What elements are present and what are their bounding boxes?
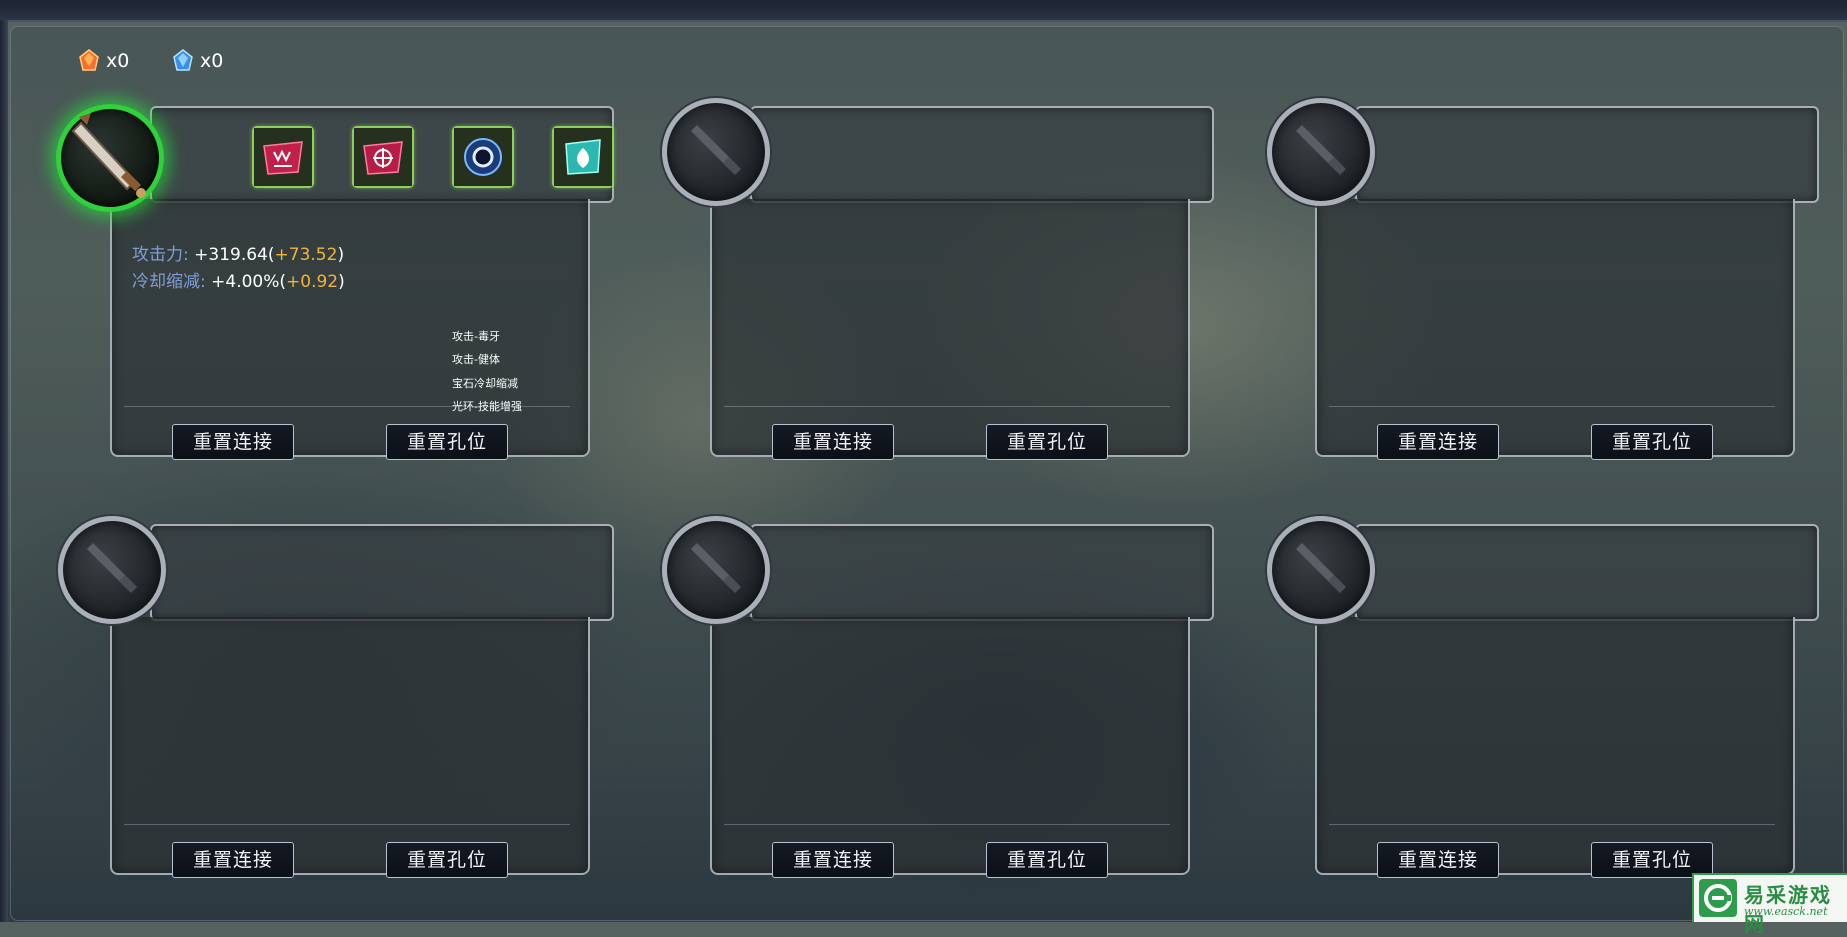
reset-link-button[interactable]: 重置连接 bbox=[1377, 842, 1499, 878]
empty-item-slot[interactable] bbox=[58, 516, 166, 624]
empty-item-slot[interactable] bbox=[662, 98, 770, 206]
reset-hole-button[interactable]: 重置孔位 bbox=[986, 842, 1108, 878]
vigor-skill-icon[interactable] bbox=[352, 126, 414, 188]
stat-value: +319.64( bbox=[194, 245, 275, 265]
skill-list: 攻击-毒牙 攻击-健体 宝石冷却缩减 光环-技能增强 bbox=[452, 325, 522, 418]
attack-stat: 攻击力: +319.64(+73.52) bbox=[132, 245, 345, 265]
skill-list-item: 宝石冷却缩减 bbox=[452, 376, 518, 390]
reset-hole-button[interactable]: 重置孔位 bbox=[986, 424, 1108, 460]
panel-header bbox=[150, 106, 614, 203]
sword-placeholder-icon bbox=[691, 125, 741, 175]
stat-label: 攻击力: bbox=[132, 245, 189, 265]
sword-placeholder-icon bbox=[1296, 125, 1346, 175]
divider bbox=[124, 406, 570, 407]
sword-icon bbox=[71, 113, 146, 198]
sword-placeholder-icon bbox=[1296, 543, 1346, 593]
stat-value: +4.00%( bbox=[211, 272, 287, 292]
watermark-url: www.easck.net bbox=[1744, 905, 1828, 918]
stat-bonus: +0.92 bbox=[286, 272, 339, 292]
divider bbox=[1329, 824, 1775, 825]
panel-body bbox=[110, 617, 590, 875]
divider bbox=[724, 406, 1170, 407]
sword-placeholder-icon bbox=[87, 543, 137, 593]
equipment-panel-6: 重置连接 重置孔位 bbox=[1267, 510, 1827, 880]
empty-item-slot[interactable] bbox=[662, 516, 770, 624]
equipment-panel-3: 重置连接 重置孔位 bbox=[1267, 92, 1827, 462]
panel-header bbox=[150, 524, 614, 621]
red-gem-counter: x0 bbox=[76, 46, 129, 76]
top-bar bbox=[0, 0, 1847, 22]
aura-skill-icon[interactable] bbox=[552, 126, 614, 188]
equipment-panel-2: 重置连接 重置孔位 bbox=[662, 92, 1222, 462]
reset-link-button[interactable]: 重置连接 bbox=[772, 424, 894, 460]
panel-body bbox=[710, 199, 1190, 457]
divider bbox=[724, 824, 1170, 825]
left-edge bbox=[0, 20, 8, 922]
panel-header bbox=[750, 106, 1214, 203]
reset-hole-button[interactable]: 重置孔位 bbox=[1591, 424, 1713, 460]
divider bbox=[1329, 406, 1775, 407]
red-gem-count: x0 bbox=[106, 50, 130, 72]
equipment-panel-1: 攻击-毒牙 攻击-健体 宝石冷却缩减 光环-技能增强 攻击力: +319.64(… bbox=[56, 92, 622, 462]
reset-hole-button[interactable]: 重置孔位 bbox=[386, 842, 508, 878]
reset-link-button[interactable]: 重置连接 bbox=[772, 842, 894, 878]
panel-header bbox=[1355, 524, 1819, 621]
panel-header bbox=[750, 524, 1214, 621]
stat-bonus: +73.52 bbox=[274, 245, 338, 265]
panel-body bbox=[1315, 617, 1795, 875]
skill-list-item: 攻击-毒牙 bbox=[452, 330, 500, 343]
site-watermark: 易采游戏网 www.easck.net bbox=[1692, 873, 1847, 936]
gem-cooldown-skill-icon[interactable] bbox=[452, 126, 514, 188]
site-logo-icon bbox=[1699, 879, 1737, 917]
equipped-item-slot[interactable] bbox=[56, 104, 164, 212]
skill-list-item: 攻击-健体 bbox=[452, 353, 500, 367]
panel-body bbox=[1315, 199, 1795, 457]
sword-placeholder-icon bbox=[691, 543, 741, 593]
cooldown-stat: 冷却缩减: +4.00%(+0.92) bbox=[132, 272, 345, 292]
empty-item-slot[interactable] bbox=[1267, 98, 1375, 206]
reset-link-button[interactable]: 重置连接 bbox=[1377, 424, 1499, 460]
blue-gem-count: x0 bbox=[200, 50, 224, 72]
panel-body bbox=[710, 617, 1190, 875]
empty-item-slot[interactable] bbox=[1267, 516, 1375, 624]
blue-gem-icon bbox=[173, 49, 193, 71]
reset-link-button[interactable]: 重置连接 bbox=[172, 842, 294, 878]
stat-label: 冷却缩减: bbox=[132, 272, 206, 292]
venom-fang-skill-icon[interactable] bbox=[252, 126, 314, 188]
blue-gem-counter: x0 bbox=[170, 46, 223, 76]
equipment-panel-5: 重置连接 重置孔位 bbox=[662, 510, 1222, 880]
reset-link-button[interactable]: 重置连接 bbox=[172, 424, 294, 460]
reset-hole-button[interactable]: 重置孔位 bbox=[386, 424, 508, 460]
panel-header bbox=[1355, 106, 1819, 203]
panel-body: 攻击-毒牙 攻击-健体 宝石冷却缩减 光环-技能增强 bbox=[110, 199, 590, 457]
equipment-panel-4: 重置连接 重置孔位 bbox=[58, 510, 622, 880]
red-gem-icon bbox=[79, 49, 99, 71]
divider bbox=[124, 824, 570, 825]
